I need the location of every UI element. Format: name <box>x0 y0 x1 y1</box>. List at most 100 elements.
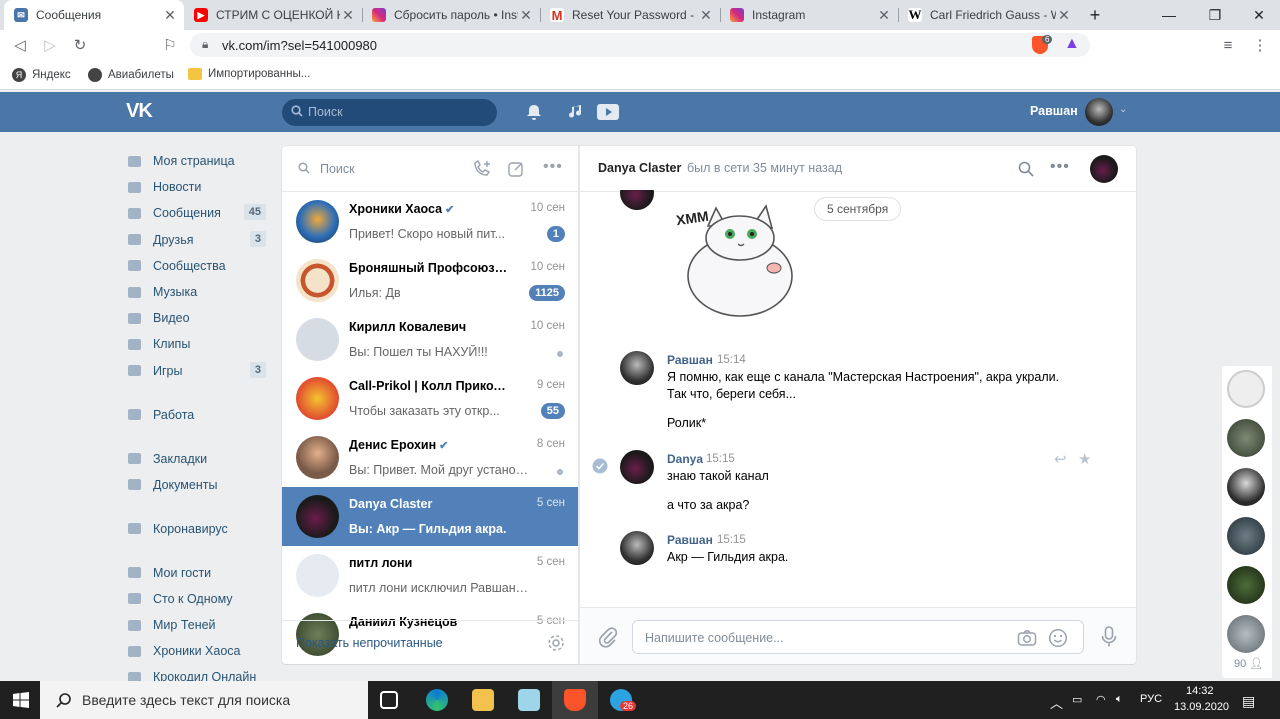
tab-wikipedia[interactable]: W Carl Friedrich Gauss - Wik ✕ <box>898 0 1078 30</box>
volume-icon[interactable]: 🔈︎ <box>1116 693 1123 706</box>
sidebar-item[interactable]: Друзья 3 <box>126 227 271 253</box>
notifications-icon[interactable]: ▤ <box>1242 693 1255 710</box>
user-name[interactable]: Равшан <box>1030 104 1078 118</box>
close-tab-icon[interactable]: ✕ <box>340 7 356 24</box>
avatar[interactable] <box>620 351 654 385</box>
minimize-button[interactable]: — <box>1146 0 1192 30</box>
chat-peer-name[interactable]: Danya Claster <box>598 161 681 175</box>
wifi-icon[interactable]: ◠ <box>1096 693 1106 706</box>
friend-avatar[interactable] <box>1227 419 1265 457</box>
dialogs-search[interactable]: Поиск ••• <box>282 146 579 192</box>
avatar[interactable] <box>1085 98 1113 126</box>
search-icon[interactable] <box>1018 161 1034 177</box>
close-tab-icon[interactable]: ✕ <box>876 7 892 24</box>
battery-icon[interactable]: ▭ <box>1072 693 1082 706</box>
back-icon[interactable]: ◁ <box>10 35 30 55</box>
friend-avatar[interactable] <box>1227 468 1265 506</box>
paperclip-icon[interactable] <box>598 626 618 648</box>
bookmark-icon[interactable]: ⚐ <box>160 35 180 55</box>
reload-icon[interactable]: ↻ <box>70 35 90 55</box>
close-tab-icon[interactable]: ✕ <box>698 7 714 24</box>
sidebar-item[interactable]: Хроники Хаоса <box>126 638 271 664</box>
tab-gmail-reset[interactable]: M Reset Your Password - ol ✕ <box>540 0 720 30</box>
brave-taskbar-button[interactable] <box>552 681 598 719</box>
sidebar-item[interactable]: Видео <box>126 305 271 331</box>
music-icon[interactable] <box>566 102 586 122</box>
friend-avatar[interactable] <box>1227 370 1265 408</box>
star-icon[interactable]: ★ <box>1078 450 1091 468</box>
sidebar-item[interactable]: Игры 3 <box>126 358 271 384</box>
conversation-item[interactable]: питл лони 5 сен питл лони исключил Равшана… <box>282 546 579 605</box>
show-unread-link[interactable]: Показать непрочитанные <box>296 636 443 650</box>
new-call-icon[interactable] <box>472 160 492 178</box>
language-indicator[interactable]: РУС <box>1140 693 1162 705</box>
sidebar-item[interactable]: Работа <box>126 401 271 427</box>
brave-rewards-icon[interactable]: ▲ <box>1064 35 1080 53</box>
tab-messages[interactable]: ✉ Сообщения ✕ <box>4 0 184 30</box>
reply-icon[interactable]: ↩ <box>1054 450 1067 468</box>
sidebar-item[interactable]: Мир Теней <box>126 612 271 638</box>
chat-peer-avatar[interactable] <box>1090 155 1118 183</box>
conversation-item[interactable]: Денис Ерохин ✔ 8 сен Вы: Привет. Мой друг у… <box>282 428 579 487</box>
play-icon[interactable] <box>596 102 620 122</box>
vk-logo-icon[interactable]: VK <box>126 100 158 122</box>
sticker-cat[interactable]: ХММ <box>670 198 800 323</box>
clock-date[interactable]: 13.09.2020 <box>1174 701 1229 713</box>
chevron-down-icon[interactable]: ⌄ <box>1119 104 1127 115</box>
conversation-item[interactable]: Danya Claster 5 сен Вы: Акр — Гильдия акра… <box>282 487 579 546</box>
vk-search-input[interactable]: Поиск <box>282 99 497 126</box>
sidebar-item[interactable]: Мои гости <box>126 560 271 586</box>
camera-icon[interactable] <box>1017 629 1037 647</box>
sidebar-item[interactable]: Сообщества <box>126 253 271 279</box>
sidebar-item[interactable]: Коронавирус <box>126 516 271 542</box>
bell-icon[interactable] <box>524 102 544 122</box>
conversation-item[interactable]: Call-Prikol | Колл Прикол ... 9 сен Чтобы … <box>282 369 579 428</box>
windows-start-icon[interactable] <box>13 692 29 708</box>
gear-icon[interactable] <box>546 633 566 653</box>
sidebar-item[interactable]: Закладки <box>126 445 271 471</box>
message-author[interactable]: Равшан <box>667 353 713 367</box>
maximize-button[interactable]: ❐ <box>1192 0 1238 30</box>
avatar[interactable] <box>620 531 654 565</box>
close-tab-icon[interactable]: ✕ <box>1056 7 1072 24</box>
microphone-icon[interactable] <box>1100 625 1118 649</box>
conversation-item[interactable]: Броняшный Профсоюз с... 10 сен Илья: Дв 112… <box>282 251 579 310</box>
address-bar[interactable]: 🔒︎ vk.com/im?sel=541000980 6 ▲ <box>190 33 1090 57</box>
close-window-button[interactable]: ✕ <box>1236 0 1280 30</box>
close-tab-icon[interactable]: ✕ <box>518 7 534 24</box>
close-tab-icon[interactable]: ✕ <box>162 7 178 24</box>
new-tab-button[interactable]: + <box>1080 0 1110 30</box>
sidebar-item[interactable]: Сто к Одному <box>126 586 271 612</box>
task-view-icon[interactable] <box>380 691 398 709</box>
clock-time[interactable]: 14:32 <box>1186 685 1214 697</box>
chevron-up-icon[interactable]: ︿ <box>1050 693 1063 712</box>
more-icon[interactable]: ••• <box>1050 158 1070 176</box>
conversation-item[interactable]: Кирилл Ковалевич 10 сен Вы: Пошел ты НАХУЙ… <box>282 310 579 369</box>
tab-instagram[interactable]: Instagram ✕ <box>720 0 898 30</box>
sidebar-item[interactable]: Музыка <box>126 279 271 305</box>
tab-instagram-reset[interactable]: Сбросить пароль • Insta ✕ <box>362 0 540 30</box>
sidebar-item[interactable]: Клипы <box>126 331 271 357</box>
smile-icon[interactable] <box>1048 628 1068 648</box>
bookmark-imported[interactable]: Импортированны... <box>188 68 310 80</box>
tab-youtube[interactable]: ▶ СТРИМ С ОЦЕНКОЙ КА ✕ <box>184 0 362 30</box>
media-control-icon[interactable]: ≡ <box>1218 35 1238 55</box>
friend-avatar[interactable] <box>1227 517 1265 555</box>
friend-avatar[interactable] <box>1227 615 1265 653</box>
sidebar-item[interactable]: Новости <box>126 174 271 200</box>
sidebar-item[interactable]: Моя страница <box>126 148 271 174</box>
file-explorer-icon[interactable] <box>472 689 494 711</box>
friend-avatar[interactable] <box>1227 566 1265 604</box>
bookmark-flights[interactable]: Авиабилеты <box>88 68 174 82</box>
more-icon[interactable]: ••• <box>543 158 563 176</box>
forward-icon[interactable]: ▷ <box>40 35 60 55</box>
check-icon[interactable] <box>592 458 608 474</box>
compose-icon[interactable] <box>507 160 525 178</box>
edge-icon[interactable] <box>426 689 448 711</box>
avatar[interactable] <box>620 450 654 484</box>
message-input[interactable]: Напишите сообщение... <box>632 620 1084 654</box>
sidebar-item[interactable]: Сообщения 45 <box>126 200 271 226</box>
taskbar-search-input[interactable]: Введите здесь текст для поиска <box>40 681 368 719</box>
conversation-item[interactable]: Хроники Хаоса ✔ 10 сен Привет! Скоро новый … <box>282 192 579 251</box>
bookmark-yandex[interactable]: Я Яндекс <box>12 68 71 82</box>
